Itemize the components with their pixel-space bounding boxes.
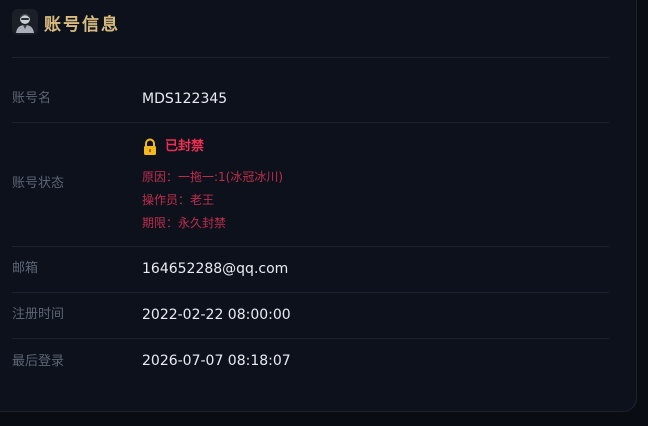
divider bbox=[12, 57, 609, 58]
lock-icon bbox=[142, 138, 158, 156]
email-label: 邮箱 bbox=[12, 261, 39, 276]
ban-duration: 期限：永久封禁 bbox=[142, 216, 227, 230]
panel-title: 账号信息 bbox=[44, 14, 120, 35]
divider bbox=[12, 292, 609, 293]
account-status-badge: 已封禁 bbox=[142, 138, 204, 156]
divider bbox=[12, 122, 609, 123]
last-login-value: 2026-07-07 08:18:07 bbox=[142, 353, 291, 369]
email-value: 164652288@qq.com bbox=[142, 261, 289, 277]
status-text: 已封禁 bbox=[165, 139, 205, 154]
panel-header: 账号信息 bbox=[12, 7, 120, 37]
account-name-value: MDS122345 bbox=[142, 91, 228, 107]
last-login-label: 最后登录 bbox=[12, 354, 65, 369]
divider bbox=[12, 246, 609, 247]
user-avatar-icon bbox=[12, 9, 38, 35]
divider bbox=[12, 338, 609, 339]
ban-operator: 操作员：老王 bbox=[142, 193, 215, 207]
ban-reason: 原因：一拖一:1(冰冠冰川) bbox=[142, 170, 284, 184]
account-info-panel bbox=[0, 0, 637, 412]
register-time-value: 2022-02-22 08:00:00 bbox=[142, 307, 291, 323]
register-time-label: 注册时间 bbox=[12, 307, 65, 322]
account-status-label: 账号状态 bbox=[12, 176, 65, 191]
account-name-label: 账号名 bbox=[12, 91, 52, 106]
